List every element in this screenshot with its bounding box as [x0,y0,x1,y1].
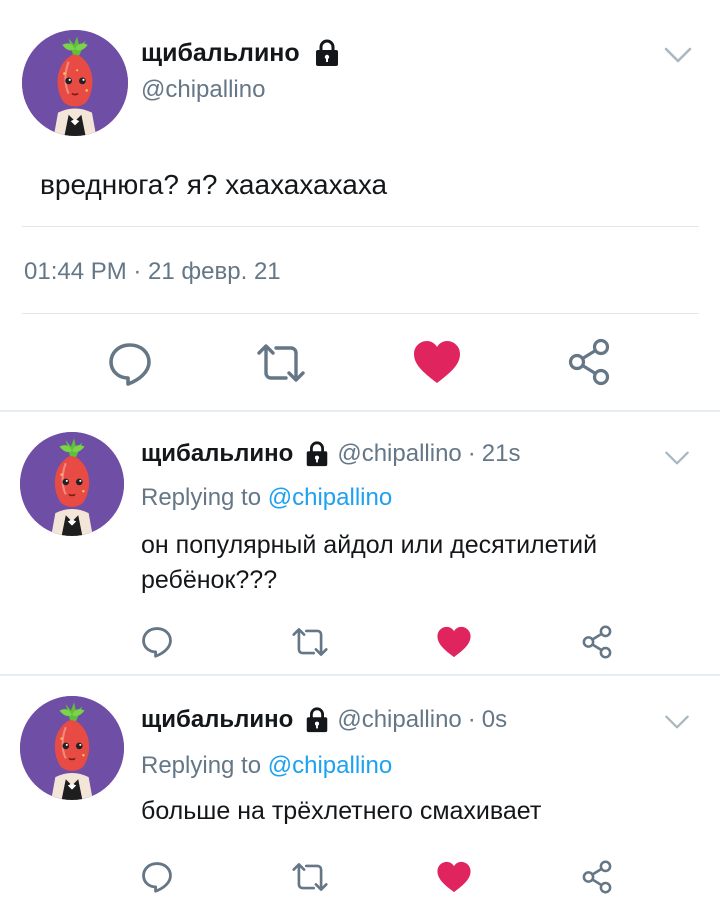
lock-icon [312,38,342,68]
heart-icon [437,626,471,658]
replying-to-label: Replying to [141,484,262,511]
separator: · [467,440,476,467]
chevron-down-icon[interactable] [664,714,690,730]
retweet-button[interactable] [256,340,306,386]
retweet-icon [292,863,328,891]
handle[interactable]: @chipallino [141,74,265,106]
replying-to-label: Replying to [141,752,262,779]
replying-to: Replying to @chipallino [141,482,392,514]
avatar[interactable] [22,30,128,136]
chevron-down-icon[interactable] [664,450,690,466]
share-button[interactable] [566,338,612,386]
share-button[interactable] [580,860,614,894]
divider [22,313,699,314]
tweet-header: щибальлино @chipallino · 21s [141,438,520,470]
avatar[interactable] [20,432,124,536]
display-name[interactable]: щибальлино [141,36,342,70]
like-button[interactable] [412,339,462,385]
reply-button[interactable] [106,340,154,388]
replying-to-handle-link[interactable]: @chipallino [268,752,392,779]
reply-tweet: щибальлино @chipallino · 21s Replying to… [0,412,720,674]
retweet-icon [257,344,305,382]
heart-icon [437,861,471,893]
replying-to: Replying to @chipallino [141,750,392,782]
heart-icon [414,341,460,383]
like-button[interactable] [436,625,472,659]
tweet-header: щибальлино @chipallino · 0s [141,704,507,736]
share-icon [568,338,610,386]
replying-to-handle-link[interactable]: @chipallino [268,484,392,511]
radish-character-avatar [20,432,124,536]
reply-button[interactable] [140,860,174,894]
timestamp[interactable]: 01:44 PM · 21 февр. 21 [24,256,281,288]
tweet-text: вреднюга? я? хаахахахаха [40,169,388,200]
share-button[interactable] [580,625,614,659]
separator: · [467,706,476,733]
retweet-button[interactable] [291,625,329,659]
like-button[interactable] [436,860,472,894]
share-icon [582,860,612,894]
main-tweet: щибальлино @chipallino вреднюга? я? хаах… [0,0,720,410]
share-icon [582,625,612,659]
display-name[interactable]: щибальлино [141,438,293,470]
retweet-icon [292,628,328,656]
radish-character-avatar [22,30,128,136]
display-name-text: щибальлино [141,39,300,67]
display-name[interactable]: щибальлино [141,704,293,736]
tweet-time[interactable]: 0s [482,704,507,736]
lock-icon [303,440,331,468]
radish-character-avatar [20,696,124,800]
lock-icon [303,706,331,734]
reply-button[interactable] [140,625,174,659]
handle[interactable]: @chipallino [337,704,461,736]
retweet-button[interactable] [291,860,329,894]
reply-icon [142,862,172,893]
reply-tweet: щибальлино @chipallino · 0s Replying to … [0,676,720,902]
divider [22,226,699,227]
reply-icon [142,627,172,658]
avatar[interactable] [20,696,124,800]
tweet-text: он популярный айдол или десятилетий ребё… [141,531,598,594]
reply-icon [109,343,151,386]
handle[interactable]: @chipallino [337,438,461,470]
tweet-time[interactable]: 21s [482,438,521,470]
chevron-down-icon[interactable] [664,46,692,64]
tweet-text: больше на трёхлетнего смахивает [141,797,542,825]
